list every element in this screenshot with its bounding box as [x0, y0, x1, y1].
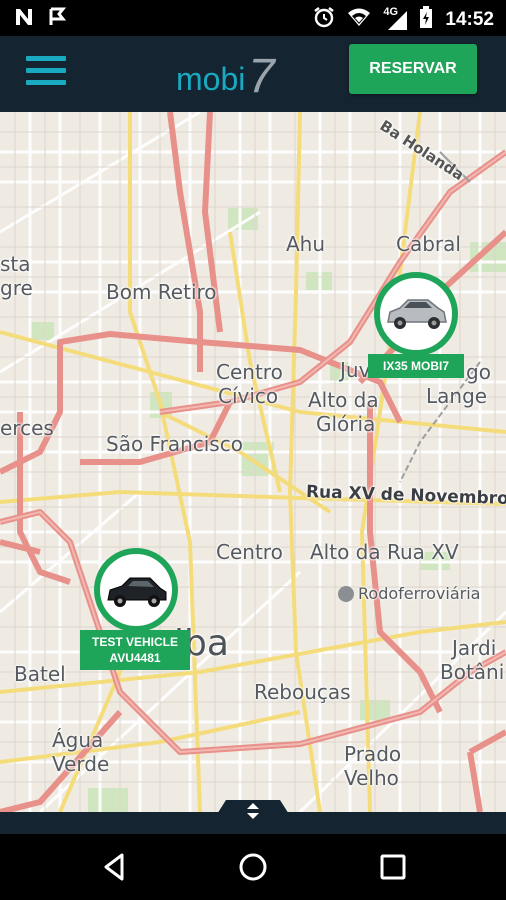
car-suv-icon [374, 272, 458, 356]
map-label-centro-civico: Centro [216, 360, 283, 384]
map-label-agua-verde: Água [52, 728, 104, 752]
map-label-erces: erces [0, 416, 54, 440]
notification-n-icon [14, 7, 34, 32]
map-label-prado-velho: Prado [344, 742, 402, 766]
svg-text:7: 7 [248, 50, 277, 102]
map-label-juv: Juv [340, 358, 371, 382]
system-nav-bar [0, 834, 506, 900]
map-roads [0, 112, 506, 812]
svg-text:mobi: mobi [176, 61, 245, 97]
status-bar: 4G 14:52 [0, 0, 506, 36]
map-label-centro-civico-2: Cívico [218, 384, 279, 408]
map-view[interactable]: Ba Holanda Ahu Cabral sta gre Bom Retiro… [0, 112, 506, 812]
vehicle-plate: AVU4481 [109, 651, 161, 665]
vehicle-tag-ix35: IX35 MOBI7 [368, 354, 464, 378]
reserve-button[interactable]: RESERVAR [349, 44, 477, 94]
map-label-jardim-2: Botâni [440, 660, 505, 684]
vehicle-name: TEST VEHICLE [91, 635, 178, 649]
car-hatchback-icon [94, 548, 178, 632]
map-label-gre: gre [0, 276, 33, 300]
map-label-ahu: Ahu [286, 232, 326, 256]
map-label-reboucas: Rebouças [254, 680, 351, 704]
hamburger-menu-icon[interactable] [26, 56, 66, 92]
drawer-handle[interactable] [212, 800, 294, 822]
map-label-sao-francisco: São Francisco [106, 432, 243, 456]
map-label-rodoferroviaria: Rodoferroviária [358, 584, 481, 603]
signal-icon: 4G [383, 6, 408, 31]
app-bar: mobi 7 RESERVAR [0, 36, 506, 112]
map-label-prado-velho-2: Velho [344, 766, 399, 790]
map-label-alto-gloria-2: Glória [316, 412, 376, 436]
train-station-icon [338, 586, 354, 602]
notification-flag-icon [48, 7, 68, 32]
alarm-icon [313, 6, 335, 33]
home-circle-icon[interactable] [236, 850, 270, 884]
map-label-cabral: Cabral [396, 232, 461, 256]
status-time: 14:52 [445, 8, 494, 30]
wifi-icon [347, 7, 371, 32]
map-label-bom-retiro: Bom Retiro [106, 280, 217, 304]
map-label-batel: Batel [14, 662, 66, 686]
recents-square-icon[interactable] [376, 850, 410, 884]
vehicle-marker-ix35[interactable]: IX35 MOBI7 [368, 272, 468, 402]
vehicle-tag-avu4481: TEST VEHICLE AVU4481 [80, 630, 190, 670]
map-label-jardim: Jardi [452, 636, 497, 660]
map-label-go: go [466, 360, 491, 384]
back-triangle-icon[interactable] [98, 850, 132, 884]
map-label-agua-verde-2: Verde [52, 752, 110, 776]
map-label-alto-rua-xv: Alto da Rua XV [310, 540, 459, 564]
map-label-sta: sta [0, 252, 31, 276]
map-label-centro: Centro [216, 540, 283, 564]
battery-icon [419, 6, 433, 33]
mobi7-logo: mobi 7 [176, 48, 296, 103]
vehicle-marker-avu4481[interactable]: TEST VEHICLE AVU4481 [78, 548, 194, 678]
vehicle-name: IX35 MOBI7 [382, 359, 450, 373]
